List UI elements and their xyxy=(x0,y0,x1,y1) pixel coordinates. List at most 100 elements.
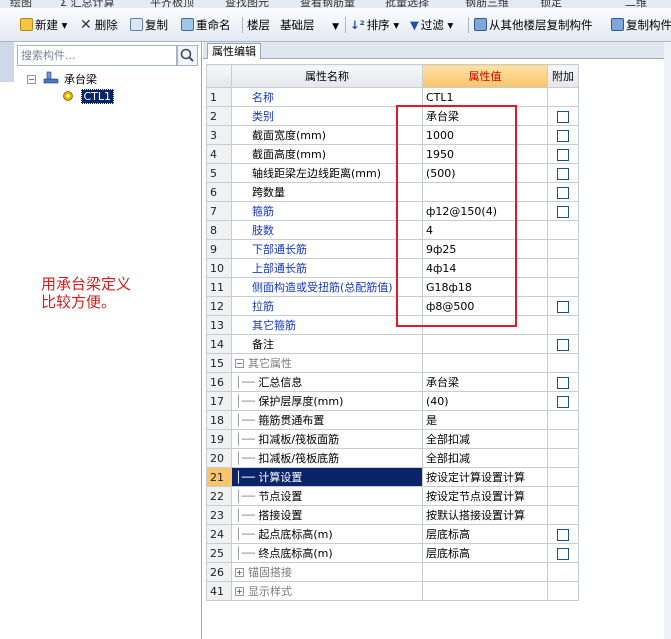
copy-button[interactable]: 复制 xyxy=(130,16,168,34)
property-value[interactable]: 按设定节点设置计算 xyxy=(422,486,548,506)
property-name[interactable]: │── 搭接设置 xyxy=(231,505,423,525)
table-row[interactable]: 4 截面高度(mm) 1950 xyxy=(206,144,579,164)
copy-component-button[interactable]: 复制构件 xyxy=(611,16,671,34)
search-input[interactable]: 搜索构件... xyxy=(17,45,177,66)
table-row[interactable]: 5 轴线距梁左边线距离(mm) (500) xyxy=(206,163,579,183)
property-name[interactable]: 备注 xyxy=(231,334,423,354)
property-name[interactable]: │── 终点底标高(m) xyxy=(231,543,423,563)
table-row[interactable]: 11 侧面构造或受扭筋(总配筋值) G18ф18 xyxy=(206,277,579,297)
table-row[interactable]: 41 + 显示样式 xyxy=(206,581,579,601)
top-item-level[interactable]: 平齐板顶 xyxy=(150,0,194,8)
table-row[interactable]: 16 │── 汇总信息 承台梁 xyxy=(206,372,579,392)
property-name[interactable]: 名称 xyxy=(231,87,423,107)
extra-checkbox[interactable] xyxy=(557,167,569,180)
top-item-rebar-qty[interactable]: 查看钢筋量 xyxy=(300,0,355,8)
table-row[interactable]: 3 截面宽度(mm) 1000 xyxy=(206,125,579,145)
extra-checkbox[interactable] xyxy=(557,186,569,199)
top-item-rebar-3d[interactable]: 钢筋三维 xyxy=(465,0,509,8)
property-name[interactable]: 截面宽度(mm) xyxy=(231,125,423,145)
new-button[interactable]: 新建 ▾ xyxy=(20,16,67,34)
table-row[interactable]: 22 │── 节点设置 按设定节点设置计算 xyxy=(206,486,579,506)
table-row[interactable]: 18 │── 箍筋贯通布置是 xyxy=(206,410,579,430)
property-name[interactable]: │── 节点设置 xyxy=(231,486,423,506)
table-row[interactable]: 26 + 锚固搭接 xyxy=(206,562,579,582)
top-item-lock[interactable]: 锁定 xyxy=(540,0,562,8)
property-name[interactable]: 侧面构造或受扭筋(总配筋值) xyxy=(231,277,423,297)
extra-checkbox[interactable] xyxy=(557,148,569,161)
table-row[interactable]: 8 肢数 4 xyxy=(206,220,579,240)
delete-button[interactable]: ✕ 删除 xyxy=(80,16,118,34)
extra-checkbox[interactable] xyxy=(557,129,569,142)
extra-checkbox[interactable] xyxy=(557,376,569,389)
extra-checkbox[interactable] xyxy=(557,338,569,351)
property-value[interactable]: ф8@500 xyxy=(422,296,548,316)
tree-node-cap-beam[interactable]: − 承台梁 xyxy=(27,71,97,87)
property-name[interactable]: │── 汇总信息 xyxy=(231,372,423,392)
table-row[interactable]: 15− 其它属性 xyxy=(206,353,579,373)
collapse-icon[interactable]: − xyxy=(27,75,36,84)
property-value[interactable]: 层底标高 xyxy=(422,543,548,563)
property-value[interactable]: (500) xyxy=(422,163,548,183)
table-row[interactable]: 2 类别 承台梁 xyxy=(206,106,579,126)
property-name[interactable]: 肢数 xyxy=(231,220,423,240)
property-value[interactable]: 4 xyxy=(422,220,548,240)
tree-node-ctl1[interactable]: CTL1 xyxy=(62,89,115,105)
top-item-summary[interactable]: Σ 汇总计算 xyxy=(60,0,114,8)
property-value[interactable]: 按设定计算设置计算 xyxy=(422,467,548,487)
property-name[interactable]: 下部通长筋 xyxy=(231,239,423,259)
collapse-icon[interactable]: − xyxy=(235,359,244,368)
property-name[interactable]: │── 计算设置 xyxy=(231,467,423,487)
table-row[interactable]: 23 │── 搭接设置 按默认搭接设置计算 xyxy=(206,505,579,525)
property-name[interactable]: │── 保护层厚度(mm) xyxy=(231,391,423,411)
table-row[interactable]: 14 备注 xyxy=(206,334,579,354)
property-name[interactable]: − 其它属性 xyxy=(231,353,423,373)
property-value[interactable]: 按默认搭接设置计算 xyxy=(422,505,548,525)
table-row[interactable]: 12 拉筋 ф8@500 xyxy=(206,296,579,316)
table-row[interactable]: 6 跨数量 xyxy=(206,182,579,202)
extra-checkbox[interactable] xyxy=(557,300,569,313)
property-name[interactable]: │── 起点底标高(m) xyxy=(231,524,423,544)
extra-checkbox[interactable] xyxy=(557,528,569,541)
property-value[interactable]: 是 xyxy=(422,410,548,430)
extra-checkbox[interactable] xyxy=(557,205,569,218)
property-name[interactable]: 箍筋 xyxy=(231,201,423,221)
property-value[interactable] xyxy=(422,334,548,354)
property-value[interactable] xyxy=(422,353,548,373)
property-name[interactable]: 其它箍筋 xyxy=(231,315,423,335)
copy-from-floor-button[interactable]: 从其他楼层复制构件 xyxy=(474,16,593,34)
table-row[interactable]: 21 │── 计算设置 按设定计算设置计算 xyxy=(206,467,579,487)
top-item-draw[interactable]: 绘图 xyxy=(10,0,32,8)
property-name[interactable]: 截面高度(mm) xyxy=(231,144,423,164)
table-row[interactable]: 9 下部通长筋 9ф25 xyxy=(206,239,579,259)
expand-icon[interactable]: + xyxy=(235,568,244,577)
tab-property-edit[interactable]: 属性编辑 xyxy=(207,43,261,59)
property-value[interactable] xyxy=(422,315,548,335)
property-name[interactable]: │── 扣减板/筏板面筋 xyxy=(231,429,423,449)
property-value[interactable]: (40) xyxy=(422,391,548,411)
property-value[interactable]: CTL1 xyxy=(422,87,548,107)
top-item-batch-select[interactable]: 批量选择 xyxy=(385,0,429,8)
table-row[interactable]: 13 其它箍筋 xyxy=(206,315,579,335)
property-value[interactable] xyxy=(422,182,548,202)
table-row[interactable]: 1 名称 CTL1 xyxy=(206,87,579,107)
extra-checkbox[interactable] xyxy=(557,547,569,560)
top-item-2d[interactable]: 二维 xyxy=(625,0,647,8)
property-value[interactable]: 承台梁 xyxy=(422,106,548,126)
property-name[interactable]: + 显示样式 xyxy=(231,581,423,601)
table-row[interactable]: 20 │── 扣减板/筏板底筋 全部扣减 xyxy=(206,448,579,468)
property-value[interactable]: 全部扣减 xyxy=(422,448,548,468)
property-value[interactable]: 承台梁 xyxy=(422,372,548,392)
property-name[interactable]: │── 扣减板/筏板底筋 xyxy=(231,448,423,468)
property-name[interactable]: 上部通长筋 xyxy=(231,258,423,278)
property-name[interactable]: 类别 xyxy=(231,106,423,126)
search-button[interactable] xyxy=(177,45,198,66)
property-name[interactable]: 跨数量 xyxy=(231,182,423,202)
property-value[interactable]: ф12@150(4) xyxy=(422,201,548,221)
top-item-find[interactable]: 查找图元 xyxy=(225,0,269,8)
property-value[interactable] xyxy=(422,562,548,582)
table-row[interactable]: 24 │── 起点底标高(m) 层底标高 xyxy=(206,524,579,544)
property-value[interactable]: 4ф14 xyxy=(422,258,548,278)
table-row[interactable]: 7 箍筋 ф12@150(4) xyxy=(206,201,579,221)
floor-select[interactable]: 基础层 ▼ xyxy=(280,16,339,34)
table-row[interactable]: 17 │── 保护层厚度(mm) (40) xyxy=(206,391,579,411)
